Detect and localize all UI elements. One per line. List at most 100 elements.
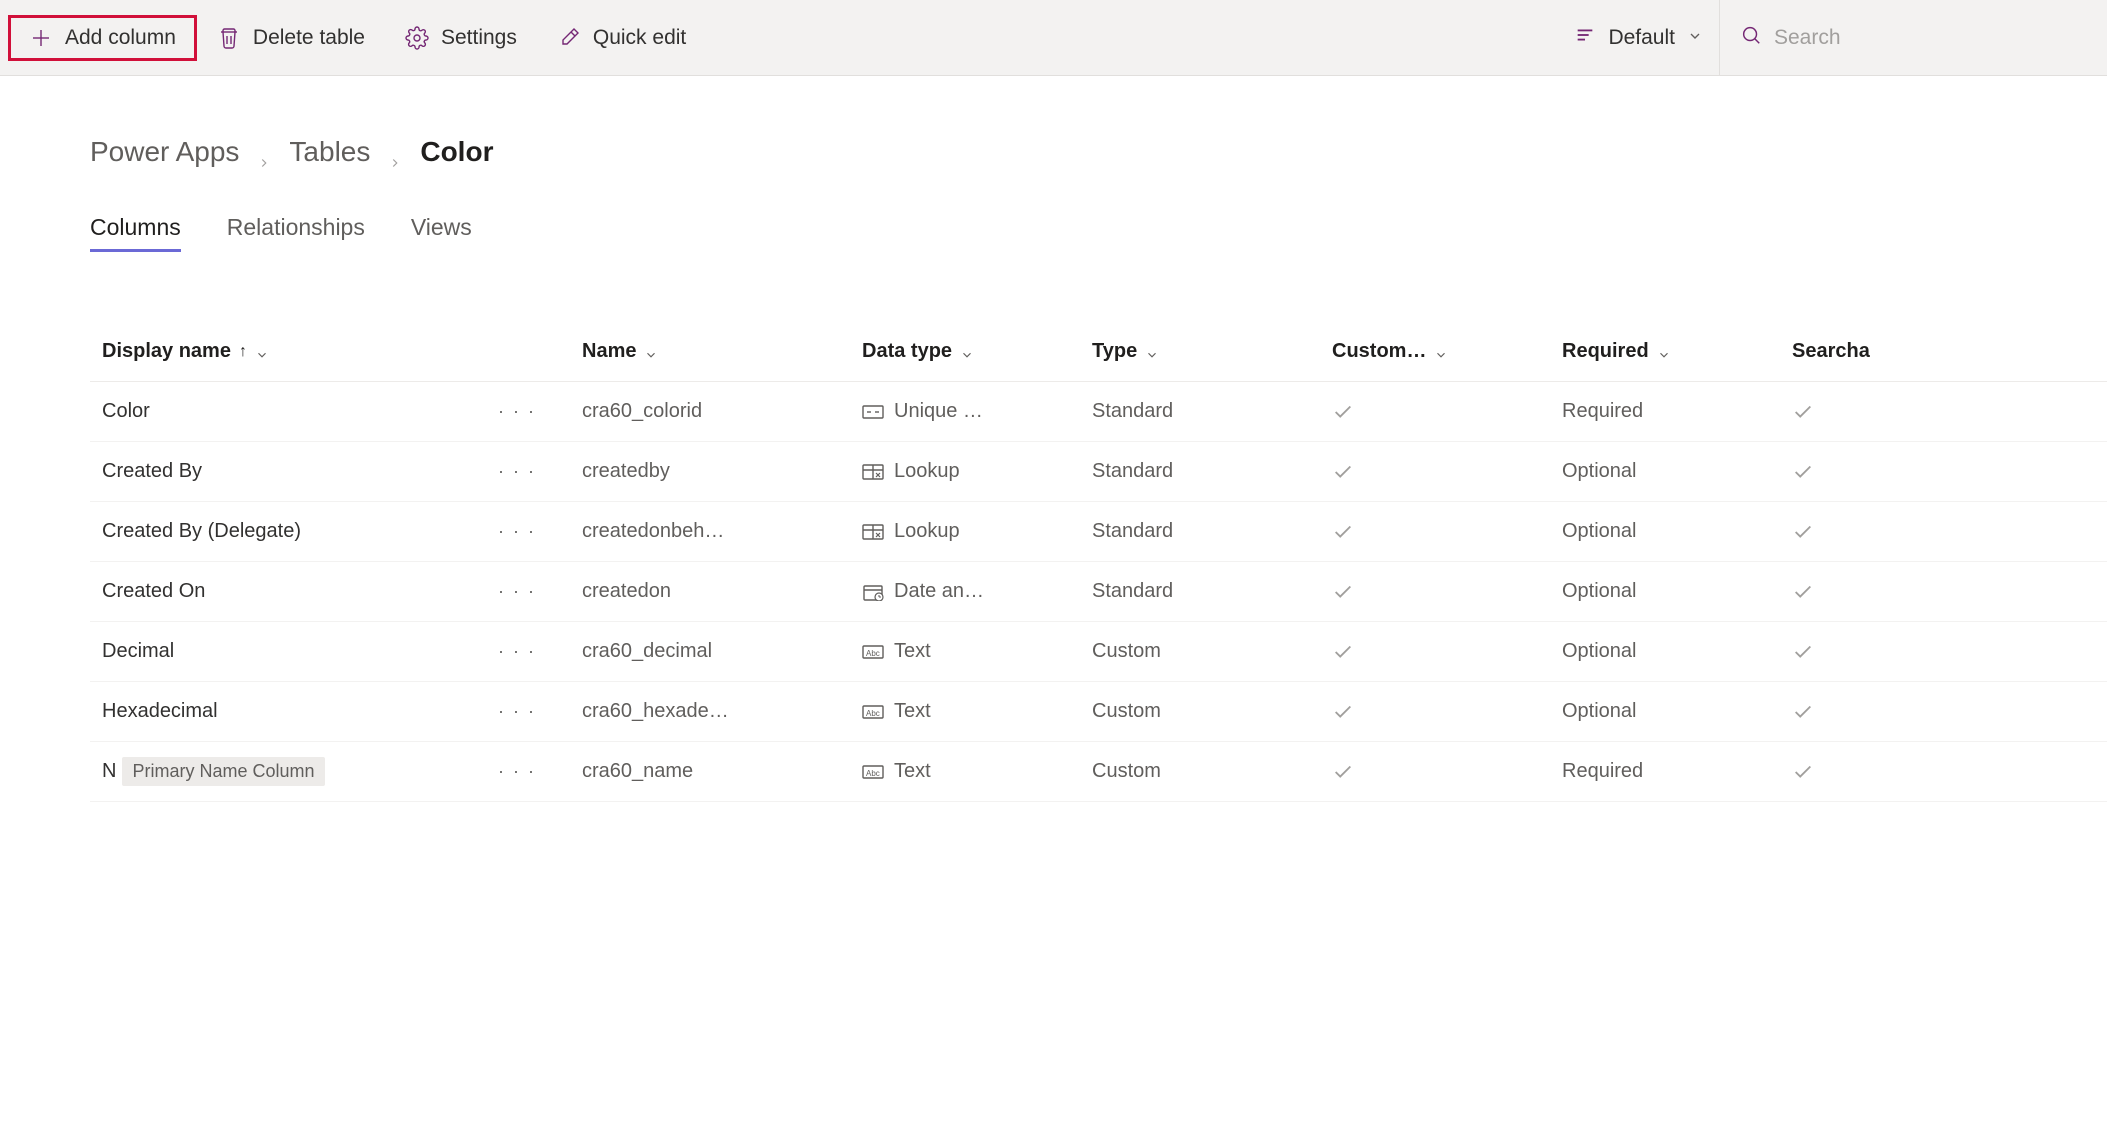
plus-icon [29,26,53,50]
table-row[interactable]: Hexadecimal· · ·cra60_hexade…TextCustomO… [90,682,2107,742]
lookup-type-icon [862,523,884,541]
row-name: cra60_name [582,760,862,783]
grid-header: Display name ↑ Name Data type Type Custo… [90,322,2107,382]
text-type-icon [862,763,884,781]
header-data-type[interactable]: Data type [862,340,1092,363]
row-data-type: Text [862,700,1092,723]
header-custom[interactable]: Custom… [1332,340,1562,363]
row-data-type: Lookup [862,520,1092,543]
chevron-right-icon [257,145,271,159]
row-more-button[interactable]: · · · [492,641,542,662]
row-custom [1332,761,1562,783]
breadcrumb-root[interactable]: Power Apps [90,136,239,168]
row-name: cra60_decimal [582,640,862,663]
row-custom [1332,521,1562,543]
command-bar: Add column Delete table Settings Quick e… [0,0,2107,76]
row-display-name: Created By [102,460,202,483]
row-data-type: Lookup [862,460,1092,483]
row-name: createdon [582,580,862,603]
row-required: Required [1562,400,1792,423]
chevron-right-icon [388,145,402,159]
row-more-button[interactable]: · · · [492,761,542,782]
chevron-down-icon [255,345,269,359]
search-box[interactable] [1719,0,2099,75]
chevron-down-icon [960,345,974,359]
table-row[interactable]: Color· · ·cra60_coloridUnique …StandardR… [90,382,2107,442]
list-icon [1574,24,1596,52]
row-custom [1332,701,1562,723]
row-name: cra60_hexade… [582,700,862,723]
row-searchable [1792,401,1942,423]
row-custom [1332,581,1562,603]
search-icon [1740,24,1762,52]
table-row[interactable]: Created By (Delegate) · · · createdonbeh…L… [90,502,2107,562]
row-searchable [1792,701,1942,723]
tab-relationships[interactable]: Relationships [227,214,365,252]
row-custom [1332,461,1562,483]
chevron-down-icon [1687,26,1703,50]
tab-columns[interactable]: Columns [90,214,181,252]
primary-name-badge: Primary Name Column [122,757,324,786]
tab-bar: Columns Relationships Views [90,214,2107,252]
row-more-button[interactable]: · · · [492,581,542,602]
date-type-icon [862,583,884,601]
table-row[interactable]: Created On· · ·createdonDate an…Standard… [90,562,2107,622]
chevron-down-icon [1434,345,1448,359]
row-type: Custom [1092,700,1332,723]
breadcrumb-parent[interactable]: Tables [289,136,370,168]
add-column-label: Add column [65,26,176,50]
text-type-icon [862,703,884,721]
view-dropdown[interactable]: Default [1558,16,1719,60]
table-row[interactable]: Decimal· · ·cra60_decimalTextCustomOptio… [90,622,2107,682]
quick-edit-button[interactable]: Quick edit [537,16,706,60]
row-required: Optional [1562,520,1792,543]
text-type-icon [862,643,884,661]
row-type: Standard [1092,460,1332,483]
header-type[interactable]: Type [1092,340,1332,363]
header-required[interactable]: Required [1562,340,1792,363]
settings-button[interactable]: Settings [385,16,537,60]
header-searchable[interactable]: Searcha [1792,340,1942,363]
row-searchable [1792,581,1942,603]
breadcrumb: Power Apps Tables Color [90,136,2107,168]
settings-label: Settings [441,26,517,50]
row-display-name: Hexadecimal [102,700,218,723]
quick-edit-label: Quick edit [593,26,686,50]
search-input[interactable] [1774,26,2079,50]
row-type: Custom [1092,760,1332,783]
table-row[interactable]: N Primary Name Column · · · cra60_nameTextC… [90,742,2107,802]
row-custom [1332,641,1562,663]
row-name: cra60_colorid [582,400,862,423]
delete-table-button[interactable]: Delete table [197,16,385,60]
lookup-type-icon [862,463,884,481]
row-type: Standard [1092,400,1332,423]
chevron-down-icon [1145,345,1159,359]
row-display-name: Created By (Delegate) [102,520,301,543]
row-required: Optional [1562,580,1792,603]
row-data-type: Text [862,640,1092,663]
row-more-button[interactable]: · · · [492,701,542,722]
row-type: Standard [1092,520,1332,543]
chevron-down-icon [1657,345,1671,359]
row-name: createdonbeh… [582,520,862,543]
row-more-button[interactable]: · · · [492,401,542,422]
columns-grid: Display name ↑ Name Data type Type Custo… [90,322,2107,802]
add-column-button[interactable]: Add column [8,15,197,61]
row-searchable [1792,461,1942,483]
table-row[interactable]: Created By· · ·createdbyLookupStandardOp… [90,442,2107,502]
tab-views[interactable]: Views [411,214,472,252]
row-required: Optional [1562,460,1792,483]
sort-asc-icon: ↑ [239,343,247,361]
row-display-name: Created On [102,580,205,603]
row-display-name: N [102,760,116,783]
row-data-type: Text [862,760,1092,783]
row-more-button[interactable]: · · · [492,461,542,482]
pencil-icon [557,26,581,50]
chevron-down-icon [644,345,658,359]
header-name[interactable]: Name [582,340,862,363]
row-more-button[interactable]: · · · [492,521,542,542]
row-display-name: Color [102,400,150,423]
gear-icon [405,26,429,50]
header-display-name[interactable]: Display name ↑ [102,340,582,363]
row-searchable [1792,761,1942,783]
